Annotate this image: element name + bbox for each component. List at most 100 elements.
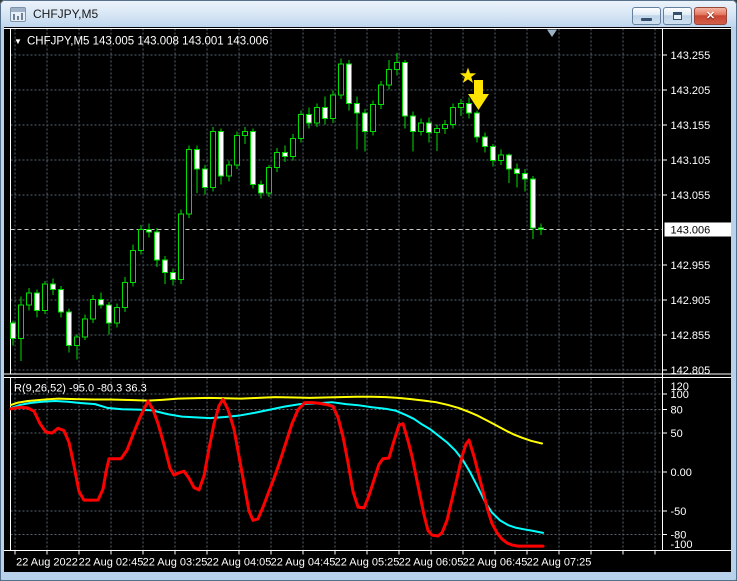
minimize-icon — [641, 18, 652, 21]
svg-text:-50: -50 — [671, 506, 687, 518]
svg-text:R(9,26,52) -95.0 -80.3 36.3: R(9,26,52) -95.0 -80.3 36.3 — [14, 383, 147, 395]
bull-candle — [418, 122, 424, 132]
bull-candle — [234, 135, 240, 166]
bull-candle — [178, 213, 184, 281]
bear-candle — [66, 311, 72, 346]
minimize-button[interactable] — [632, 7, 661, 25]
bull-candle — [434, 128, 440, 134]
svg-text:22 Aug 06:45: 22 Aug 06:45 — [463, 557, 528, 569]
bull-candle — [42, 283, 48, 311]
chart-client-area: 143.255 143.205 143.155 143.105 143.055 142.9… — [4, 27, 731, 572]
bear-candle — [530, 178, 536, 229]
svg-text:22 Aug 02:45: 22 Aug 02:45 — [79, 557, 144, 569]
bear-candle — [170, 272, 176, 281]
bear-candle — [410, 115, 416, 132]
bear-candle — [258, 184, 264, 194]
bull-candle — [338, 63, 344, 96]
bear-candle — [322, 107, 328, 120]
svg-text:100: 100 — [671, 389, 689, 401]
current-price-tag: 143.006 — [664, 222, 731, 237]
chart-dropdown-icon: ▼ — [14, 37, 22, 46]
svg-text:143.255: 143.255 — [671, 50, 711, 62]
bull-candle — [290, 137, 296, 158]
svg-text:143.205: 143.205 — [671, 85, 711, 97]
bull-candle — [394, 62, 400, 71]
bull-candle — [82, 318, 88, 338]
window-titlebar[interactable]: CHFJPY,M5 ✕ — [1, 1, 736, 27]
bear-candle — [10, 322, 16, 340]
bull-candle — [186, 149, 192, 215]
bear-candle — [538, 227, 544, 230]
bear-candle — [514, 168, 520, 174]
bear-candle — [506, 154, 512, 170]
svg-text:50: 50 — [671, 428, 683, 440]
svg-text:142.955: 142.955 — [671, 260, 711, 272]
indicator-axis: 12010080500.00-50-80-100 — [662, 381, 693, 551]
svg-text:22 Aug 2022: 22 Aug 2022 — [16, 557, 78, 569]
bear-candle — [426, 122, 432, 134]
bear-candle — [282, 151, 288, 158]
bull-candle — [370, 104, 376, 132]
bull-candle — [90, 298, 96, 320]
bull-candle — [458, 102, 464, 109]
restore-button[interactable] — [663, 7, 692, 25]
svg-text:CHFJPY,M5 143.005 143.008 143: CHFJPY,M5 143.005 143.008 143.001 143.00… — [27, 36, 268, 48]
bear-candle — [162, 259, 168, 274]
bull-candle — [74, 336, 80, 347]
bull-candle — [18, 304, 24, 339]
bear-candle — [154, 231, 160, 261]
bull-candle — [378, 84, 384, 106]
bull-candle — [442, 123, 448, 130]
symbol-ohlc-header: ▼ CHFJPY,M5 143.005 143.008 143.001 143.0… — [14, 36, 268, 48]
bear-candle — [34, 292, 40, 311]
svg-text:22 Aug 03:25: 22 Aug 03:25 — [143, 557, 208, 569]
svg-text:142.905: 142.905 — [671, 295, 711, 307]
bear-candle — [490, 146, 496, 162]
indicator-label: R(9,26,52) -95.0 -80.3 36.3 — [14, 383, 147, 395]
chart-canvas[interactable]: 143.255 143.205 143.155 143.105 143.055 142.9… — [4, 27, 731, 572]
bull-candle — [330, 94, 336, 120]
svg-text:-100: -100 — [671, 539, 693, 551]
svg-text:142.855: 142.855 — [671, 330, 711, 342]
svg-text:143.006: 143.006 — [671, 224, 711, 236]
bull-candle — [498, 154, 504, 162]
bear-candle — [362, 112, 368, 132]
svg-text:22 Aug 04:05: 22 Aug 04:05 — [207, 557, 272, 569]
chart-window-icon — [10, 6, 26, 22]
bull-candle — [210, 130, 216, 188]
price-axis: 143.255 143.205 143.155 143.105 143.055 142.9… — [662, 50, 711, 377]
bear-candle — [482, 136, 488, 148]
bear-candle — [346, 63, 352, 104]
bull-candle — [298, 114, 304, 139]
close-button[interactable]: ✕ — [694, 7, 727, 25]
bear-candle — [402, 62, 408, 117]
svg-text:143.105: 143.105 — [671, 155, 711, 167]
bull-candle — [274, 151, 280, 169]
bull-candle — [130, 249, 136, 284]
bear-candle — [354, 102, 360, 114]
svg-text:0.00: 0.00 — [671, 467, 692, 479]
svg-text:143.155: 143.155 — [671, 120, 711, 132]
svg-text:80: 80 — [671, 405, 683, 417]
bull-candle — [450, 107, 456, 125]
sell-signal-star-icon — [459, 67, 477, 83]
svg-text:22 Aug 04:45: 22 Aug 04:45 — [271, 557, 336, 569]
bear-candle — [58, 289, 64, 313]
bear-candle — [98, 298, 104, 306]
bull-candle — [386, 69, 392, 86]
bull-candle — [138, 228, 144, 251]
bear-candle — [466, 102, 472, 114]
bear-candle — [522, 172, 528, 180]
bear-candle — [50, 283, 56, 290]
bull-candle — [26, 292, 32, 306]
indicator-red-line — [9, 397, 545, 548]
bull-candle — [226, 164, 232, 177]
candlestick-series — [10, 52, 544, 361]
bear-candle — [106, 304, 112, 324]
close-icon: ✕ — [705, 9, 716, 22]
window-title: CHFJPY,M5 — [33, 7, 99, 21]
svg-text:22 Aug 07:25: 22 Aug 07:25 — [527, 557, 592, 569]
bear-candle — [250, 130, 256, 186]
chart-shift-marker-icon — [547, 29, 557, 37]
svg-text:143.055: 143.055 — [671, 190, 711, 202]
